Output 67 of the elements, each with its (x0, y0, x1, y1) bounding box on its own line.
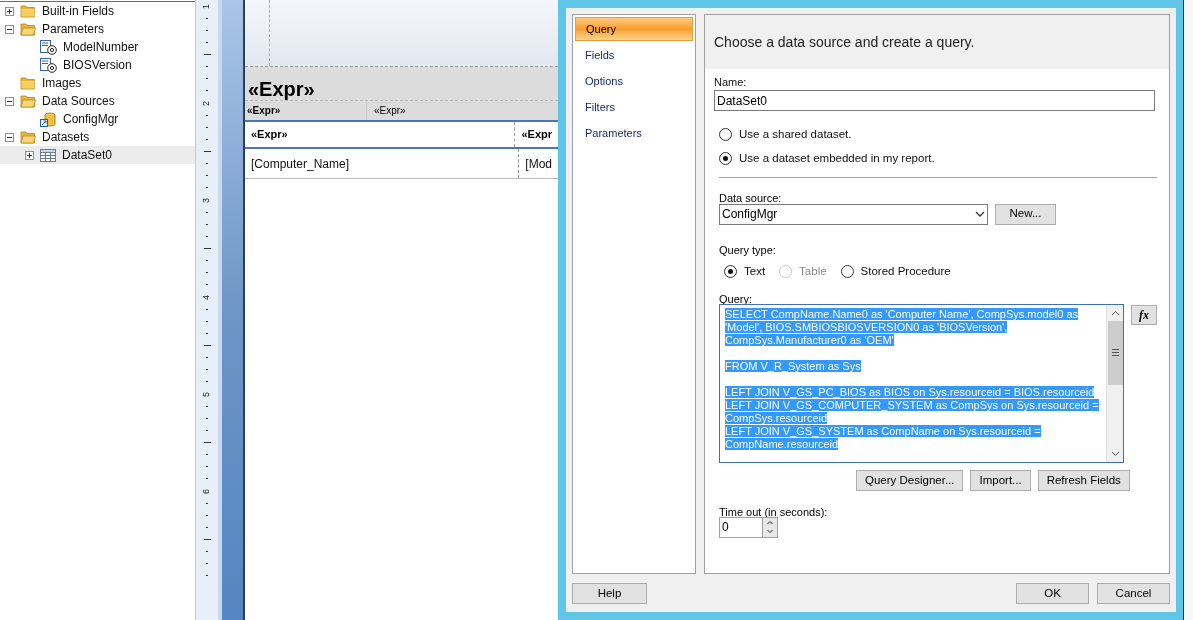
radio-button[interactable] (719, 128, 732, 142)
folder-icon (20, 4, 36, 18)
open-folder-icon (20, 130, 36, 144)
header-field: «Expr» (367, 103, 413, 118)
column-header-cell: «Expr» (245, 122, 516, 147)
header-field: «Expr» (245, 101, 367, 120)
table-cell-text: [Mod (524, 155, 553, 173)
ok-button[interactable]: OK (1016, 583, 1089, 604)
dialog-header: Choose a data source and create a query. (705, 15, 1169, 69)
column-header-cell-text: «Expr (520, 127, 553, 143)
tree-item[interactable]: ModelNumber (0, 38, 195, 56)
radio-button[interactable] (719, 152, 732, 166)
collapse-icon[interactable] (5, 96, 14, 106)
nav-item[interactable]: Query (575, 17, 693, 41)
open-folder-icon (20, 22, 36, 36)
table-icon (40, 148, 56, 162)
ruler-number: 5 (202, 391, 212, 397)
tree-item[interactable]: BIOSVersion (0, 56, 195, 74)
expand-icon[interactable] (25, 150, 34, 160)
new-button[interactable]: New... (995, 203, 1056, 225)
vertical-scrollbar[interactable] (1106, 304, 1123, 462)
database-icon (40, 111, 57, 127)
collapse-icon[interactable] (5, 24, 14, 34)
ruler-number: 4 (202, 294, 212, 300)
cancel-button[interactable]: Cancel (1097, 583, 1170, 604)
data-source-dropdown[interactable]: ConfigMgr (719, 203, 988, 225)
nav-item[interactable]: Parameters (575, 121, 693, 145)
field-label: Data source: (719, 190, 783, 206)
radio-label: Use a shared dataset. (739, 127, 852, 142)
ruler-number: 3 (202, 197, 212, 203)
nav-item[interactable]: Fields (575, 43, 693, 67)
radio-button[interactable] (840, 264, 854, 278)
timeout-spinner[interactable]: 0 (719, 516, 778, 538)
expression-button[interactable]: fx (1131, 304, 1157, 325)
ruler-number: 1 (202, 3, 212, 9)
radio-label: Text (744, 263, 766, 279)
radio-label: Use a dataset embedded in my report. (739, 151, 935, 167)
nav-item[interactable]: Filters (575, 95, 693, 119)
collapse-icon[interactable] (5, 132, 14, 142)
tree-item[interactable]: Images (0, 74, 195, 92)
query-action-button[interactable]: Query Designer... (856, 469, 964, 491)
tree-item[interactable]: DataSet0 (0, 146, 195, 164)
chevron-down-icon (975, 211, 985, 217)
ruler-number: 2 (202, 100, 212, 106)
tree-item[interactable]: ConfigMgr (0, 110, 195, 128)
query-action-button[interactable]: Import... (970, 469, 1031, 491)
radio-label: Table (799, 263, 827, 279)
help-button[interactable]: Help (572, 583, 647, 604)
table-cell: [Computer_Name] (245, 149, 520, 178)
tree-item[interactable]: Built-in Fields (0, 2, 195, 20)
tree-item[interactable]: Data Sources (0, 92, 195, 110)
query-action-button[interactable]: Refresh Fields (1037, 469, 1130, 491)
tree-item[interactable]: Parameters (0, 20, 195, 38)
field-label: Name: (714, 75, 748, 90)
field-label: Query type: (719, 242, 777, 258)
report-title: «Expr» (245, 67, 558, 101)
radio-button[interactable] (724, 264, 737, 278)
ruler-number: 6 (202, 488, 212, 494)
parameter-icon (40, 57, 57, 73)
name-field[interactable]: DataSet0 (714, 90, 1155, 111)
nav-item[interactable]: Options (575, 69, 693, 93)
radio-label: Stored Procedure (860, 263, 951, 279)
parameter-icon (40, 39, 57, 55)
open-folder-icon (20, 94, 36, 108)
folder-icon (20, 76, 36, 90)
expand-icon[interactable] (5, 6, 14, 16)
tree-item[interactable]: Datasets (0, 128, 195, 146)
